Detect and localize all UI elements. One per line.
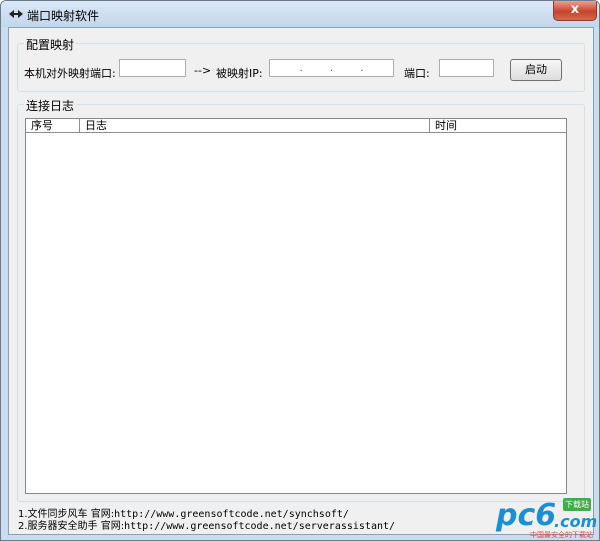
column-header-time[interactable]: 时间 <box>430 119 566 132</box>
close-button[interactable]: x <box>553 1 597 21</box>
local-port-label: 本机对外映射端口: <box>24 67 116 80</box>
column-header-index[interactable]: 序号 <box>26 119 80 132</box>
watermark-slogan: 中国最安全的下载站 <box>530 531 593 539</box>
log-list[interactable]: 序号 日志 时间 <box>25 118 567 494</box>
mapped-ip-input[interactable]: . . . <box>269 59 394 77</box>
ip-dot-1: . <box>299 62 303 74</box>
footer-line-2-text: 服务器安全助手 官网: <box>27 521 125 532</box>
start-button[interactable]: 启动 <box>510 59 562 81</box>
ip-dot-2: . <box>329 62 334 74</box>
footer-line-2[interactable]: 2.服务器安全助手 官网:http://www.greensoftcode.ne… <box>18 517 395 532</box>
column-header-log[interactable]: 日志 <box>80 119 430 132</box>
local-port-input[interactable] <box>119 59 186 77</box>
config-group-title: 配置映射 <box>24 36 77 53</box>
ip-dot-3: . <box>360 62 364 74</box>
watermark-brand: pc6 <box>496 498 557 533</box>
port-label: 端口: <box>404 67 430 80</box>
window-title: 端口映射软件 <box>27 9 100 23</box>
mapped-ip-label: 被映射IP: <box>216 67 263 80</box>
footer-line-2-number: 2. <box>18 521 28 532</box>
app-window: 端口映射软件 x 配置映射 本机对外映射端口: --> 被映射IP: . . .… <box>0 0 600 541</box>
arrow-label: --> <box>194 64 212 77</box>
footer-line-2-url[interactable]: http://www.greensoftcode.net/serverassis… <box>124 521 395 532</box>
pc6-watermark: pc6 .com 下载站 中国最安全的下载站 <box>496 496 600 540</box>
log-group-title: 连接日志 <box>24 97 77 114</box>
log-list-header: 序号 日志 时间 <box>26 119 566 133</box>
watermark-badge: 下载站 <box>563 498 591 511</box>
client-area: 配置映射 本机对外映射端口: --> 被映射IP: . . . 端口: 启动 连… <box>8 27 594 535</box>
arrows-icon <box>9 10 23 18</box>
watermark-suffix: .com <box>554 512 598 531</box>
title-bar[interactable]: 端口映射软件 x <box>1 1 599 27</box>
port-input[interactable] <box>439 59 494 77</box>
